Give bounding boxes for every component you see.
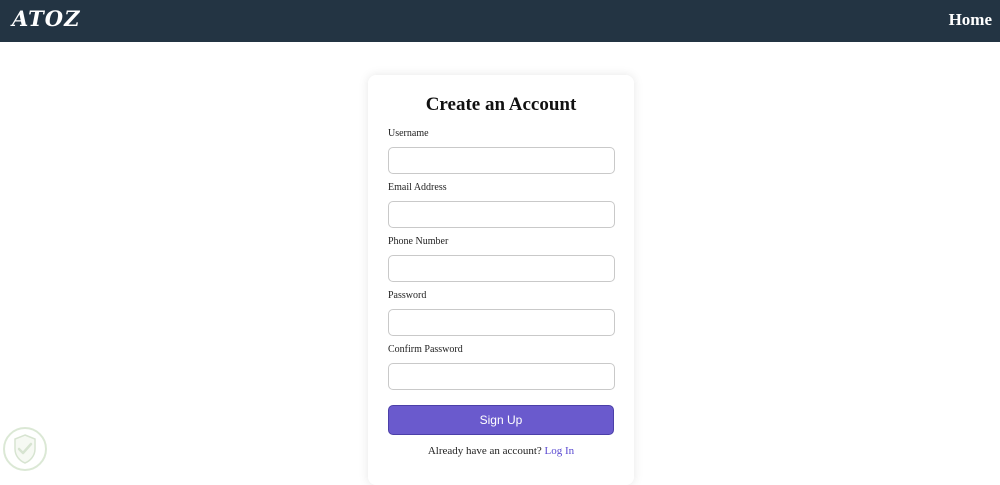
password-input[interactable] — [388, 309, 615, 336]
username-label: Username — [388, 128, 429, 139]
phone-label: Phone Number — [388, 236, 449, 247]
confirm-password-input[interactable] — [388, 363, 615, 390]
signup-card: Create an Account Username Email Address… — [368, 75, 634, 485]
shield-check-icon — [2, 426, 48, 472]
login-link[interactable]: Log In — [545, 445, 575, 457]
password-label: Password — [388, 290, 427, 301]
nav-home-link[interactable]: Home — [949, 10, 992, 30]
form-title: Create an Account — [425, 94, 577, 115]
login-prompt-line: Already have an account? Log In — [368, 445, 634, 457]
username-input[interactable] — [388, 147, 615, 174]
login-prompt-text: Already have an account? — [427, 445, 542, 457]
confirm-password-label: Confirm Password — [388, 344, 463, 355]
sign-up-button[interactable]: Sign Up — [388, 405, 614, 435]
navbar: ATOZ Home — [0, 0, 1000, 42]
phone-input[interactable] — [388, 255, 615, 282]
email-input[interactable] — [388, 201, 615, 228]
email-label: Email Address — [388, 182, 447, 193]
logo[interactable]: ATOZ — [12, 6, 80, 31]
